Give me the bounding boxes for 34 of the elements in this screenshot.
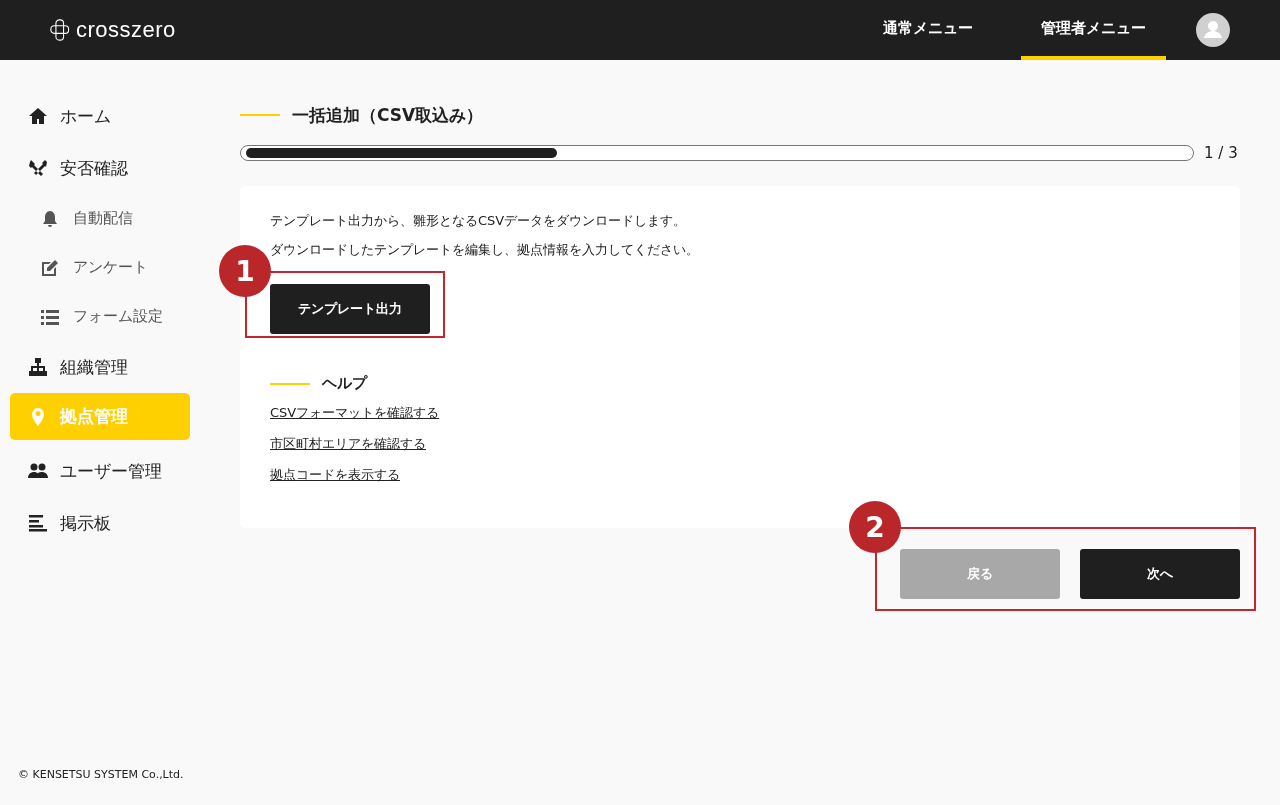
sidebar-item[interactable]: 掲示板 xyxy=(10,497,190,549)
hierarchy-icon xyxy=(28,357,48,377)
logo[interactable]: crosszero xyxy=(50,17,176,43)
sidebar-item[interactable]: 安否確認 xyxy=(10,142,190,194)
bell-icon xyxy=(40,208,60,229)
step-counter: 1 / 3 xyxy=(1204,144,1239,162)
sidebar-item[interactable]: 組織管理 xyxy=(10,341,190,393)
logo-text: crosszero xyxy=(76,17,176,43)
header-menu-tab[interactable]: 通常メニュー xyxy=(863,0,993,60)
avatar-icon[interactable] xyxy=(1196,13,1230,47)
lines-icon xyxy=(28,513,48,533)
help-link[interactable]: 市区町村エリアを確認する xyxy=(270,434,426,454)
help-link[interactable]: CSVフォーマットを確認する xyxy=(270,403,440,423)
help-link[interactable]: 拠点コードを表示する xyxy=(270,465,400,485)
instruction-text: ダウンロードしたテンプレートを編集し、拠点情報を入力してください。 xyxy=(270,241,700,259)
sidebar-item[interactable]: 自動配信 xyxy=(10,194,190,243)
edit-icon xyxy=(40,257,60,278)
copyright-text: © KENSETSU SYSTEM Co.,Ltd. xyxy=(18,768,184,781)
tools-icon xyxy=(28,158,48,178)
sidebar-item[interactable]: フォーム設定 xyxy=(10,292,190,341)
next-button[interactable]: 次へ xyxy=(1080,549,1240,599)
page-title: 一括追加（CSV取込み） xyxy=(292,103,484,127)
home-icon xyxy=(28,106,48,126)
help-heading: ヘルプ xyxy=(322,374,367,393)
sidebar-item[interactable]: アンケート xyxy=(10,243,190,292)
sidebar-item[interactable]: ユーザー管理 xyxy=(10,445,190,497)
instruction-text: テンプレート出力から、雛形となるCSVデータをダウンロードします。 xyxy=(270,212,688,230)
header-menu-tab[interactable]: 管理者メニュー xyxy=(1021,0,1166,60)
logo-icon xyxy=(50,17,72,43)
sidebar-item[interactable]: ホーム xyxy=(10,90,190,142)
template-output-button[interactable]: テンプレート出力 xyxy=(270,284,430,334)
annotation-number: 2 xyxy=(849,501,901,553)
users-icon xyxy=(28,461,48,481)
annotation-number: 1 xyxy=(219,245,271,297)
